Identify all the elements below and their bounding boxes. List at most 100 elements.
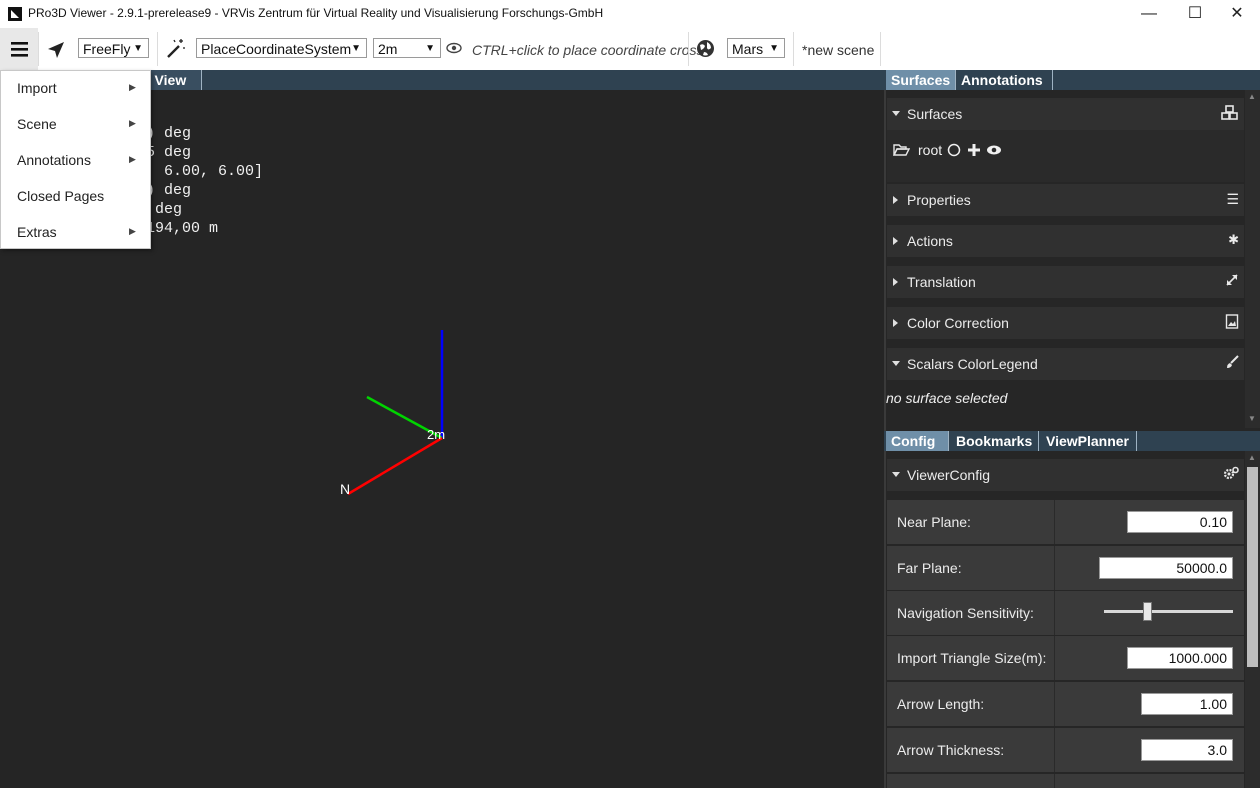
arrow-length-input[interactable] [1141,693,1233,715]
scene-name[interactable]: *new scene [802,42,874,58]
tab-surfaces[interactable]: Surfaces [886,70,956,90]
row-divider [1054,728,1055,772]
size-select[interactable]: 2m ▼ [373,38,441,58]
submenu-arrow-icon: ▶ [129,118,136,128]
image-file-icon[interactable] [1225,314,1239,329]
scrollbar-thumb[interactable] [1247,467,1258,667]
maximize-button[interactable]: ☐ [1172,0,1218,28]
tab-render-view[interactable]: t View [144,70,202,90]
surfaces-header-label: Surfaces [907,106,963,122]
interaction-mode-value: PlaceCoordinateSystem [201,41,352,57]
properties-section-header[interactable]: Properties ☰ [887,184,1244,216]
row-divider [1054,774,1055,788]
paintbrush-icon[interactable] [1225,355,1239,369]
tab-viewplanner[interactable]: ViewPlanner [1041,431,1137,451]
hamburger-menu-button[interactable] [0,28,38,70]
gears-icon[interactable] [1223,466,1239,480]
section-label: Actions [907,233,953,249]
menu-item-closed-pages[interactable]: Closed Pages [1,179,150,215]
north-label: N [340,481,351,497]
menu-item-label: Annotations [17,152,91,168]
section-label: Scalars ColorLegend [907,356,1038,372]
config-scrollbar[interactable]: ▲ [1245,451,1260,788]
circle-icon[interactable] [947,143,961,157]
navigation-arrow-icon[interactable] [46,40,66,60]
menu-item-scene[interactable]: Scene ▶ [1,107,150,143]
row-divider [1054,500,1055,544]
axis-size-label: 2m [427,427,445,442]
row-divider [1054,546,1055,590]
tree-root-label[interactable]: root [918,142,942,158]
row-divider [1054,591,1055,635]
list-icon[interactable]: ☰ [1226,191,1239,208]
overlay-line: ) deg [146,125,192,142]
expand-triangle-icon [892,111,900,116]
import-triangle-size-row: Import Triangle Size(m): [887,636,1244,680]
scalars-colorlegend-section-header[interactable]: Scalars ColorLegend [887,348,1244,380]
plus-icon[interactable] [967,143,981,157]
arrow-thickness-row: Arrow Thickness: [887,728,1244,772]
eye-icon[interactable] [986,144,1002,156]
magic-wand-icon[interactable] [164,38,186,60]
arrow-thickness-input[interactable] [1141,739,1233,761]
far-plane-input[interactable] [1099,557,1233,579]
menu-item-label: Extras [17,224,57,240]
chevron-down-icon: ▼ [425,43,435,54]
surfaces-tree: root [887,130,1244,182]
menu-item-annotations[interactable]: Annotations ▶ [1,143,150,179]
viewerconfig-section-header[interactable]: ViewerConfig [887,459,1244,491]
tab-annotations[interactable]: Annotations [956,70,1053,90]
planet-select[interactable]: Mars ▼ [727,38,785,58]
asterisk-icon[interactable]: ✱ [1228,232,1239,248]
eye-icon[interactable] [446,41,462,55]
navigation-sensitivity-slider[interactable] [1104,610,1233,613]
folder-open-icon[interactable] [893,143,910,157]
interaction-mode-select[interactable]: PlaceCoordinateSystem ▼ [196,38,367,58]
arrow-length-row: Arrow Length: [887,682,1244,726]
size-value: 2m [378,41,398,57]
scroll-up-icon[interactable]: ▲ [1248,92,1256,101]
navigation-mode-select[interactable]: FreeFly ▼ [78,38,149,58]
arrow-length-label: Arrow Length: [897,696,985,712]
minimize-button[interactable]: — [1126,0,1172,28]
color-correction-section-header[interactable]: Color Correction [887,307,1244,339]
row-divider [1054,682,1055,726]
surfaces-section-header[interactable]: Surfaces [887,98,1244,130]
no-surface-selected-text: no surface selected [886,390,1008,406]
submenu-arrow-icon: ▶ [129,82,136,92]
config-row-partial [887,774,1244,788]
toolbar-separator [688,32,689,66]
x-axis-line [347,436,443,496]
panel-splitter[interactable] [884,70,886,788]
near-plane-input[interactable] [1127,511,1233,533]
tab-bookmarks[interactable]: Bookmarks [951,431,1039,451]
surfaces-scrollbar[interactable]: ▲ ▼ [1245,90,1260,428]
expand-triangle-icon [893,237,898,245]
cubes-icon[interactable] [1221,105,1239,121]
menu-item-extras[interactable]: Extras ▶ [1,215,150,248]
close-button[interactable]: ✕ [1214,0,1260,28]
submenu-arrow-icon: ▶ [129,154,136,164]
scroll-down-icon[interactable]: ▼ [1248,414,1256,423]
coordinate-cross [347,330,444,496]
globe-icon[interactable] [696,39,715,58]
overlay-line: 194,00 m [146,220,219,237]
tab-config[interactable]: Config [886,431,949,451]
toolbar-separator [880,32,881,66]
slider-thumb[interactable] [1143,602,1153,621]
expand-arrows-icon[interactable] [1225,273,1239,287]
expand-triangle-icon [892,472,900,477]
overlay-line: 6.00, 6.00] [146,163,264,180]
placement-hint: CTRL+click to place coordinate cross [472,42,704,58]
near-plane-label: Near Plane: [897,514,971,530]
overlay-line: deg [146,201,183,218]
arrow-thickness-label: Arrow Thickness: [897,742,1005,758]
import-triangle-size-input[interactable] [1127,647,1233,669]
row-divider [1054,636,1055,680]
scroll-up-icon[interactable]: ▲ [1248,453,1256,462]
translation-section-header[interactable]: Translation [887,266,1244,298]
menu-item-import[interactable]: Import ▶ [1,71,150,107]
toolbar-separator [157,32,158,66]
actions-section-header[interactable]: Actions ✱ [887,225,1244,257]
hamburger-icon [11,42,28,57]
